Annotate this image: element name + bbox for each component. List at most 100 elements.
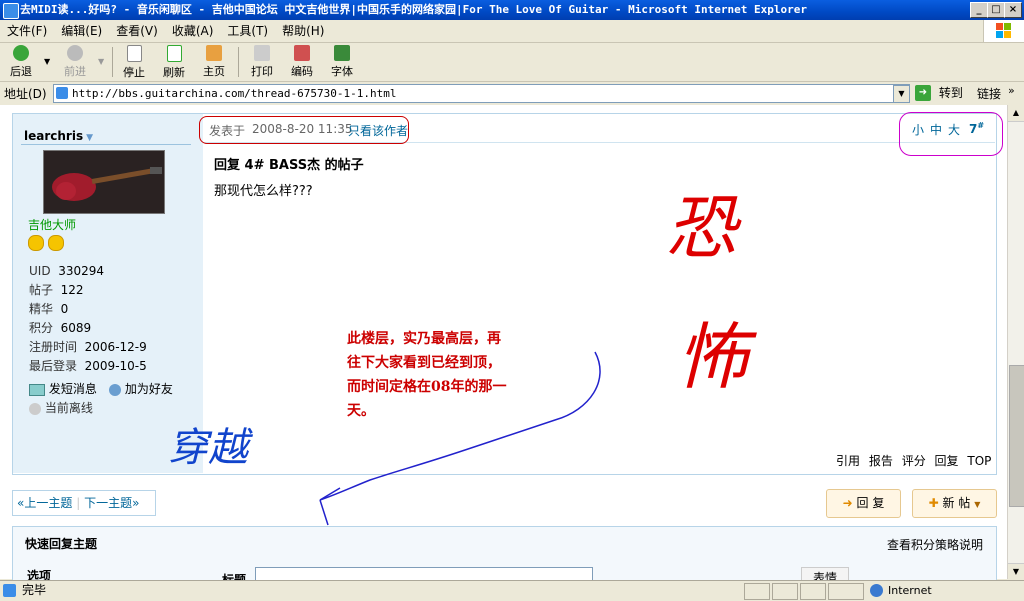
back-button[interactable]: 后退 <box>6 45 36 79</box>
send-message-link[interactable]: 发短消息 <box>29 380 97 397</box>
address-dropdown-icon[interactable]: ▼ <box>893 85 910 103</box>
reply-arrow-icon: ➜ <box>842 496 853 510</box>
encoding-button[interactable]: 编码 <box>286 45 318 79</box>
plus-icon: ✚ <box>928 496 939 510</box>
status-pane <box>772 583 798 600</box>
user-menu-chevron-icon[interactable]: ▼ <box>86 133 93 143</box>
window-title: 去MIDI读...好吗? - 音乐闲聊区 - 吉他中国论坛 中文吉他世界|中国乐… <box>20 3 807 16</box>
envelope-icon <box>29 383 45 396</box>
printer-icon <box>254 45 270 61</box>
reply-button[interactable]: ➜ 回 复 <box>826 489 901 518</box>
avatar[interactable] <box>43 150 165 214</box>
stat-posts: 帖子 122 <box>29 283 84 297</box>
new-post-button[interactable]: ✚ 新 帖 ▼ <box>912 489 997 518</box>
forward-arrow-icon <box>67 45 83 61</box>
topic-nav: «上一主题 | 下一主题» <box>12 490 156 516</box>
internet-globe-icon <box>870 584 883 597</box>
scribble-chuanyue: 穿越 <box>168 425 248 471</box>
scribble-bu: 怖 <box>676 315 749 399</box>
font-button[interactable]: 字体 <box>326 45 358 79</box>
go-arrow-icon: ➜ <box>915 85 931 101</box>
rank-stars <box>28 235 64 254</box>
next-topic-link[interactable]: 下一主题» <box>84 496 139 510</box>
post-actions: 引用 报告 评分 回复 TOP <box>836 452 991 469</box>
quick-reply-panel: 快速回复主题 查看积分策略说明 选项 标题 表情 <box>12 526 997 589</box>
go-button[interactable]: ➜ 转到 <box>915 83 969 103</box>
security-zone: Internet <box>888 584 932 597</box>
vertical-scrollbar[interactable]: ▲ ▼ <box>1007 105 1024 580</box>
scroll-thumb[interactable] <box>1009 365 1024 507</box>
window-title-bar: 去MIDI读...好吗? - 音乐闲聊区 - 吉他中国论坛 中文吉他世界|中国乐… <box>0 0 1024 20</box>
scroll-up-arrow-icon[interactable]: ▲ <box>1008 105 1024 122</box>
links-chevron-icon[interactable]: » <box>1008 84 1015 97</box>
stat-uid: UID 330294 <box>29 264 105 278</box>
scribble-kong: 恐 <box>666 187 736 269</box>
user-rank: 吉他大师 <box>28 218 77 232</box>
refresh-button[interactable]: 刷新 <box>158 45 190 79</box>
ie-icon <box>3 3 19 19</box>
windows-logo <box>983 20 1024 42</box>
scroll-down-arrow-icon[interactable]: ▼ <box>1008 563 1024 580</box>
toolbar-separator <box>112 47 113 77</box>
encoding-icon <box>294 45 310 61</box>
menu-favorites[interactable]: 收藏(A) <box>165 20 221 42</box>
menu-help[interactable]: 帮助(H) <box>275 20 331 42</box>
address-bar: 地址(D) http://bbs.guitarchina.com/thread-… <box>0 82 1024 104</box>
maximize-button[interactable]: □ <box>987 2 1005 18</box>
sidebar-divider <box>21 144 191 145</box>
user-stats: UID 330294 帖子 122 精华 0 积分 6089 注册时间 2006… <box>29 262 147 376</box>
links-label[interactable]: 链接 <box>977 85 1001 102</box>
forward-button[interactable]: 前进 <box>58 45 92 79</box>
address-url: http://bbs.guitarchina.com/thread-675730… <box>72 87 397 100</box>
back-arrow-icon <box>13 45 29 61</box>
menu-tools[interactable]: 工具(T) <box>220 20 275 42</box>
back-dropdown-icon[interactable]: ▼ <box>44 57 50 66</box>
magenta-circle-floor-annotation <box>899 112 1003 156</box>
print-button[interactable]: 打印 <box>246 45 278 79</box>
status-text: 完毕 <box>22 583 47 597</box>
credits-policy-link[interactable]: 查看积分策略说明 <box>887 536 983 553</box>
page-status-icon <box>3 584 16 597</box>
address-input[interactable]: http://bbs.guitarchina.com/thread-675730… <box>53 84 910 103</box>
font-icon <box>334 45 350 61</box>
username[interactable]: learchris ▼ <box>24 129 93 143</box>
page-icon <box>56 87 68 99</box>
offline-user-icon <box>29 402 41 415</box>
forward-dropdown-icon[interactable]: ▼ <box>98 57 104 66</box>
menu-file[interactable]: 文件(F) <box>0 20 54 42</box>
stat-digest: 精华 0 <box>29 302 69 316</box>
avatar-guitar-image <box>44 151 164 213</box>
address-label: 地址(D) <box>4 87 47 101</box>
stop-button[interactable]: 停止 <box>118 45 150 79</box>
menu-view[interactable]: 查看(V) <box>109 20 165 42</box>
post-title: 回复 4# BASS杰 的帖子 <box>214 158 364 173</box>
stat-registered: 注册时间 2006-12-9 <box>29 340 147 354</box>
red-circle-date-annotation <box>199 116 409 144</box>
add-friend-link[interactable]: 加为好友 <box>109 380 173 397</box>
quote-link[interactable]: 引用 <box>836 454 860 468</box>
prev-topic-link[interactable]: «上一主题 <box>17 496 72 510</box>
add-friend-icon <box>109 383 121 396</box>
home-button[interactable]: 主页 <box>198 45 230 79</box>
toolbar-separator <box>238 47 239 77</box>
blue-arrow-drawing <box>319 351 601 526</box>
status-pane <box>744 583 770 600</box>
report-link[interactable]: 报告 <box>869 454 893 468</box>
top-link[interactable]: TOP <box>967 454 991 468</box>
home-icon <box>206 45 222 61</box>
online-status: 当前离线 <box>29 399 93 416</box>
quick-reply-title: 快速回复主题 <box>25 537 98 551</box>
stat-credits: 积分 6089 <box>29 321 92 335</box>
stat-last-login: 最后登录 2009-10-5 <box>29 359 147 373</box>
status-bar: 完毕 Internet <box>0 580 1024 601</box>
status-pane <box>800 583 826 600</box>
toolbar: 后退 ▼ 前进 ▼ 停止 刷新 主页 打印 编码 字体 <box>0 43 1024 82</box>
close-button[interactable]: × <box>1004 2 1022 18</box>
rate-link[interactable]: 评分 <box>902 454 926 468</box>
reply-link[interactable]: 回复 <box>935 454 959 468</box>
new-post-dropdown-icon: ▼ <box>974 500 981 509</box>
minimize-button[interactable]: _ <box>970 2 988 18</box>
post-body: 那现代怎么样??? <box>214 184 313 199</box>
menu-edit[interactable]: 编辑(E) <box>54 20 109 42</box>
menu-bar: 文件(F) 编辑(E) 查看(V) 收藏(A) 工具(T) 帮助(H) <box>0 20 1024 43</box>
